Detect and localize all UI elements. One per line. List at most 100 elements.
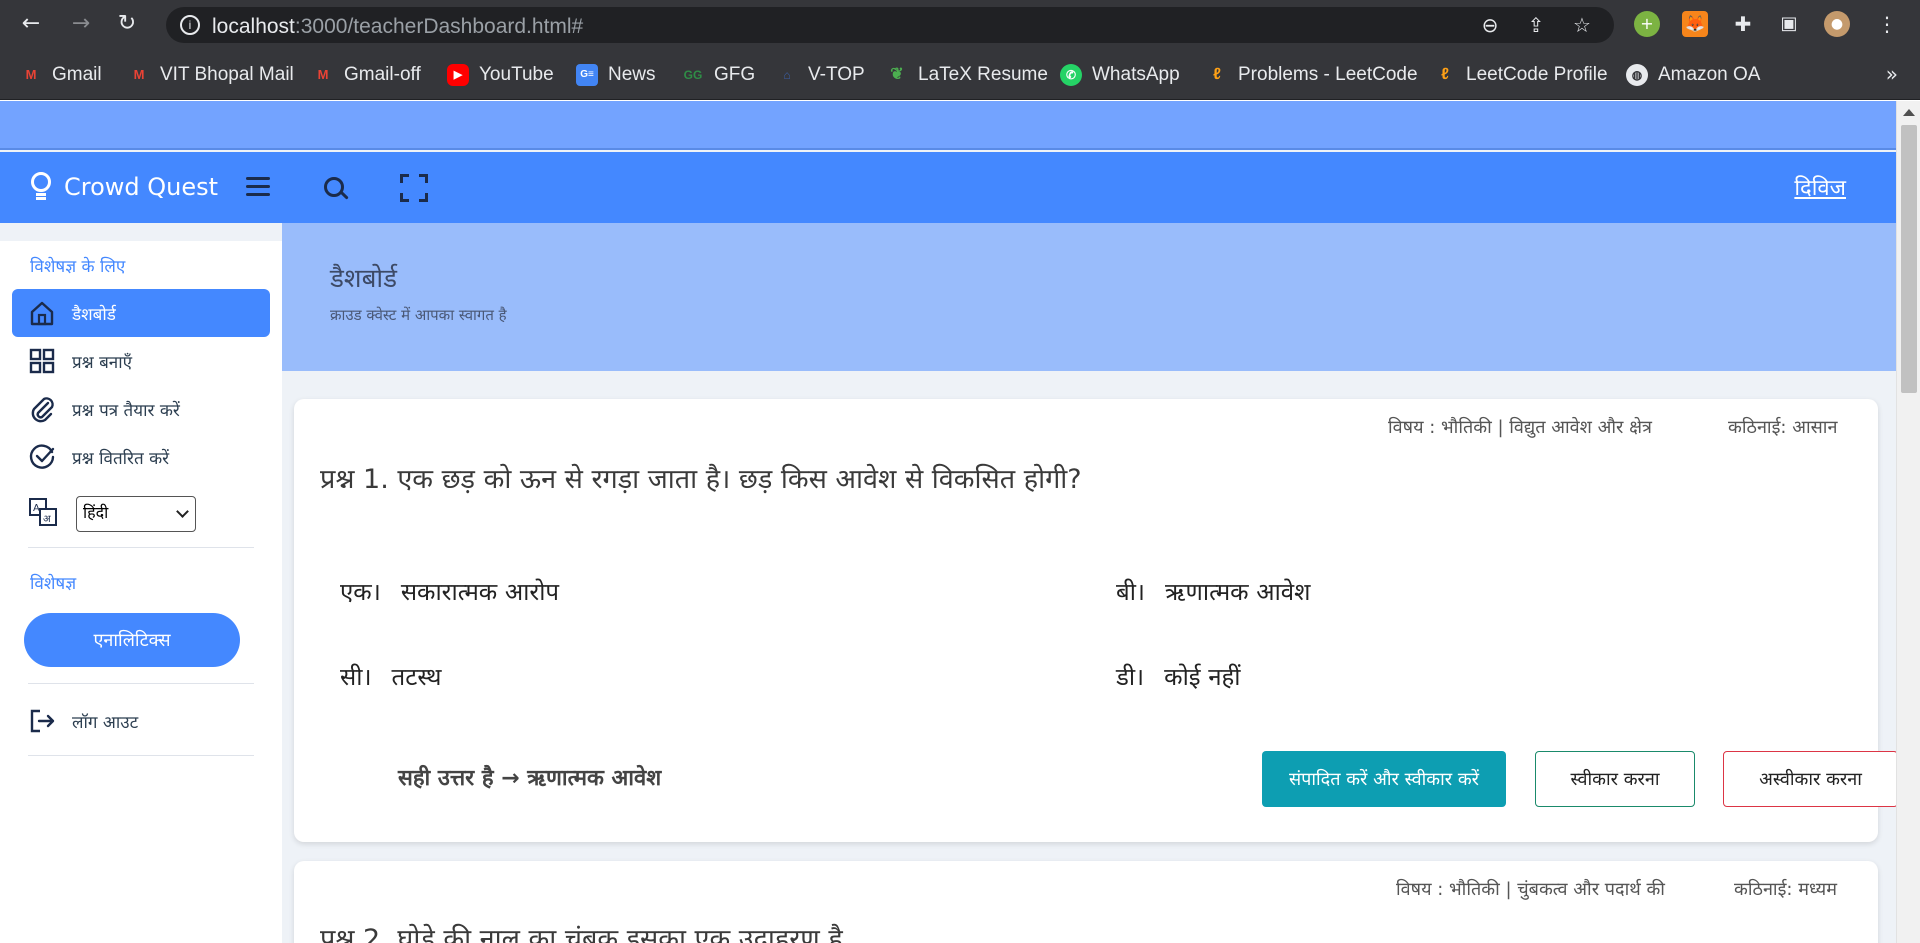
url-host: localhost — [212, 15, 295, 38]
youtube-icon: ▶ — [447, 64, 469, 86]
sidebar-item-label: प्रश्न वितरित करें — [72, 448, 170, 469]
scrollbar-thumb[interactable] — [1901, 125, 1917, 393]
bookmark-star-icon[interactable]: ☆ — [1570, 14, 1594, 36]
bookmark-leetcode-profile[interactable]: ℓ LeetCode Profile — [1434, 62, 1608, 88]
option-key: डी। — [1116, 663, 1145, 691]
share-icon[interactable]: ⇪ — [1524, 14, 1548, 36]
bookmark-latex-resume[interactable]: ❦ LaTeX Resume — [886, 62, 1048, 88]
bookmark-label: VIT Bhopal Mail — [160, 64, 294, 85]
leetcode-icon: ℓ — [1441, 66, 1449, 83]
page-scrollbar[interactable] — [1896, 101, 1920, 943]
bookmark-youtube[interactable]: ▶ YouTube — [447, 62, 554, 88]
option-a: एक। सकारात्मक आरोप — [340, 575, 559, 608]
accept-button[interactable]: स्वीकार करना — [1535, 751, 1695, 807]
analytics-button[interactable]: एनालिटिक्स — [24, 613, 240, 667]
svg-text:अ: अ — [43, 514, 51, 525]
grid-icon — [28, 347, 56, 375]
sidebar-item-logout[interactable]: लॉग आउट — [12, 697, 270, 745]
paperclip-icon — [28, 395, 56, 423]
gmail-icon: M — [25, 67, 37, 82]
bookmark-gfg[interactable]: GG GFG — [682, 62, 756, 88]
check-circle-icon — [28, 443, 56, 471]
question-text: प्रश्न 1. एक छड़ को ऊन से रगड़ा जाता है।… — [320, 464, 1082, 495]
page-header: डैशबोर्ड क्राउड क्वेस्ट में आपका स्वागत … — [282, 223, 1896, 371]
reject-button[interactable]: अस्वीकार करना — [1723, 751, 1896, 807]
option-c: सी। तटस्थ — [340, 660, 442, 693]
fullscreen-icon[interactable] — [398, 172, 430, 204]
browser-menu-icon[interactable]: ⋮ — [1874, 11, 1900, 37]
translate-icon: Aअ — [28, 497, 58, 527]
gmail-icon: M — [133, 67, 145, 82]
page-viewport: Crowd Quest दिविज विशेषज्ञ के लिए डैशबोर… — [0, 101, 1896, 943]
page-subtitle: क्राउड क्वेस्ट में आपका स्वागत है — [330, 306, 507, 324]
bookmark-news[interactable]: G≡ News — [576, 62, 656, 88]
sidebar-item-label: प्रश्न पत्र तैयार करें — [72, 400, 180, 421]
scroll-up-arrow-icon[interactable] — [1903, 109, 1915, 116]
gmail-icon: M — [317, 67, 329, 82]
lightbulb-icon — [28, 172, 54, 202]
url-text[interactable]: localhost:3000/teacherDashboard.html# — [212, 15, 583, 39]
search-icon[interactable] — [318, 172, 350, 204]
sidebar-item-dashboard[interactable]: डैशबोर्ड — [12, 289, 270, 337]
back-arrow-icon[interactable]: ← — [18, 11, 44, 37]
sidebar-item-create-question[interactable]: प्रश्न बनाएँ — [12, 337, 270, 385]
sidebar-item-label: डैशबोर्ड — [72, 304, 116, 325]
bookmark-vit-bhopal-mail[interactable]: M VIT Bhopal Mail — [128, 62, 294, 88]
language-select[interactable]: हिंदी — [76, 496, 196, 532]
question-card: विषय : भौतिकी | चुंबकत्व और पदार्थ की कठ… — [294, 861, 1878, 943]
option-d: डी। कोई नहीं — [1116, 660, 1241, 693]
bookmark-label: Gmail-off — [344, 64, 421, 85]
question-subject: विषय : भौतिकी | चुंबकत्व और पदार्थ की — [1396, 879, 1665, 900]
sidebar-item-label: प्रश्न बनाएँ — [72, 352, 133, 373]
sidebar-divider — [28, 755, 254, 756]
metamask-fox-icon[interactable]: 🦊 — [1682, 11, 1708, 37]
extension-plus-icon[interactable]: + — [1634, 11, 1660, 37]
option-value: कोई नहीं — [1164, 663, 1241, 691]
side-panel-icon[interactable]: ▣ — [1776, 11, 1802, 37]
overleaf-leaf-icon: ❦ — [890, 66, 904, 83]
sidebar-item-distribute-questions[interactable]: प्रश्न वितरित करें — [12, 433, 270, 481]
sidebar-divider — [28, 547, 254, 548]
page-title: डैशबोर्ड — [330, 264, 398, 294]
bookmark-label: LaTeX Resume — [918, 64, 1048, 85]
question-card: विषय : भौतिकी | विद्युत आवेश और क्षेत्र … — [294, 399, 1896, 842]
gfg-icon: GG — [683, 68, 703, 82]
bookmark-label: YouTube — [479, 64, 554, 85]
bookmark-label: GFG — [714, 64, 756, 85]
question-difficulty: कठिनाई: मध्यम — [1734, 879, 1837, 900]
reload-icon[interactable]: ↻ — [114, 11, 140, 37]
option-b: बी। ऋणात्मक आवेश — [1116, 575, 1310, 608]
brand-name: Crowd Quest — [64, 173, 219, 201]
profile-avatar-icon[interactable]: ● — [1824, 11, 1850, 37]
site-info-icon[interactable]: i — [180, 15, 200, 35]
bookmark-gmail[interactable]: M Gmail — [20, 62, 102, 88]
extensions-puzzle-icon[interactable]: ✚ — [1730, 11, 1756, 37]
top-band — [0, 101, 1896, 150]
globe-icon: ◍ — [1626, 64, 1648, 86]
bookmark-leetcode-problems[interactable]: ℓ Problems - LeetCode — [1206, 62, 1417, 88]
sidebar-section-title: विशेषज्ञ के लिए — [30, 257, 126, 277]
vtop-icon: ⌂ — [783, 68, 791, 82]
edit-and-accept-button[interactable]: संपादित करें और स्वीकार करें — [1262, 751, 1506, 807]
bookmark-v-top[interactable]: ⌂ V-TOP — [776, 62, 865, 88]
language-selected-value: हिंदी — [83, 503, 109, 522]
bookmark-label: LeetCode Profile — [1466, 64, 1608, 85]
google-news-icon: G≡ — [576, 64, 598, 86]
sidebar-item-prepare-paper[interactable]: प्रश्न पत्र तैयार करें — [12, 385, 270, 433]
bookmark-whatsapp[interactable]: ✆ WhatsApp — [1060, 62, 1180, 88]
bookmark-label: V-TOP — [808, 64, 865, 85]
forward-arrow-icon[interactable]: → — [68, 11, 94, 37]
bookmarks-overflow-icon[interactable]: » — [1886, 62, 1898, 86]
hamburger-menu-icon[interactable] — [242, 172, 274, 204]
address-bar[interactable]: i localhost:3000/teacherDashboard.html# … — [166, 7, 1614, 43]
bookmark-amazon-oa[interactable]: ◍ Amazon OA — [1626, 62, 1760, 88]
sidebar-divider — [28, 683, 254, 684]
option-value: तटस्थ — [391, 663, 442, 691]
brand-logo[interactable]: Crowd Quest — [28, 172, 218, 202]
option-key: सी। — [340, 663, 372, 691]
browser-toolbar: ← → ↻ i localhost:3000/teacherDashboard.… — [0, 0, 1920, 50]
user-name-link[interactable]: दिविज — [1794, 172, 1846, 202]
bookmark-label: News — [608, 64, 656, 85]
zoom-icon[interactable]: ⊖ — [1478, 14, 1502, 36]
bookmark-gmail-off[interactable]: M Gmail-off — [312, 62, 421, 88]
